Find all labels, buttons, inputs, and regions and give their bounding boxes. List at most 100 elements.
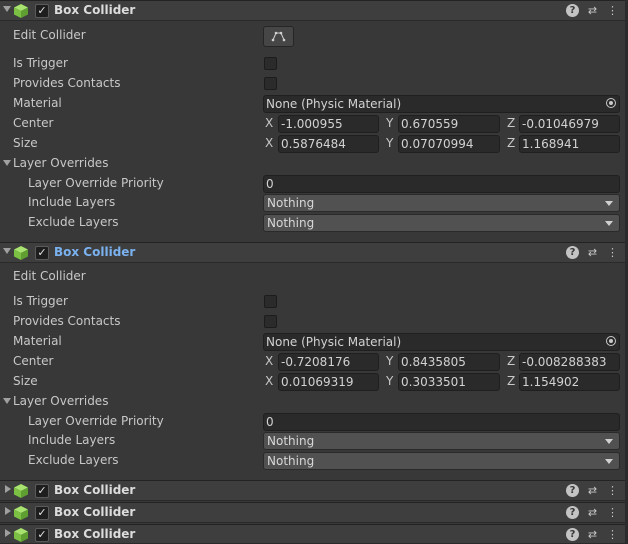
layer-overrides-row[interactable]: Layer Overrides	[0, 392, 628, 412]
dropdown-caret-icon	[605, 459, 613, 464]
presets-icon[interactable]: ⇄	[586, 506, 599, 519]
axis-x-label[interactable]: X	[265, 374, 273, 388]
center-z-field[interactable]: -0.01046979	[519, 115, 620, 133]
center-z-field[interactable]: -0.008288383	[519, 353, 620, 371]
help-icon[interactable]: ?	[566, 246, 579, 259]
center-x-field[interactable]: -0.7208176	[278, 353, 379, 371]
size-z-field[interactable]: 1.154902	[519, 373, 620, 391]
dropdown-caret-icon	[605, 221, 613, 226]
object-picker-icon[interactable]	[606, 98, 616, 108]
size-z-field[interactable]: 1.168941	[519, 135, 620, 153]
include-layers-value: Nothing	[267, 434, 315, 448]
center-y-field[interactable]: 0.670559	[398, 115, 500, 133]
help-icon[interactable]: ?	[566, 484, 579, 497]
exclude-layers-dropdown[interactable]: Nothing	[263, 214, 620, 232]
enabled-checkbox[interactable]: ✓	[35, 528, 49, 542]
exclude-layers-label: Exclude Layers	[28, 453, 119, 467]
enabled-checkbox[interactable]: ✓	[35, 506, 49, 520]
box-collider-cube-icon	[14, 528, 28, 542]
material-value: None (Physic Material)	[266, 335, 402, 349]
presets-icon[interactable]: ⇄	[586, 484, 599, 497]
is-trigger-row: Is Trigger	[0, 54, 628, 74]
axis-z-label[interactable]: Z	[507, 374, 515, 388]
object-picker-icon[interactable]	[606, 336, 616, 346]
include-layers-label: Include Layers	[28, 195, 116, 209]
box-collider-cube-icon	[14, 4, 28, 18]
layer-override-priority-label: Layer Override Priority	[28, 414, 164, 428]
material-field[interactable]: None (Physic Material)	[263, 333, 620, 351]
axis-z-label[interactable]: Z	[507, 136, 515, 150]
is-trigger-checkbox[interactable]	[264, 295, 277, 308]
is-trigger-checkbox[interactable]	[264, 57, 277, 70]
center-label: Center	[13, 116, 54, 130]
enabled-checkbox[interactable]: ✓	[35, 4, 49, 18]
exclude-layers-row: Exclude Layers Nothing	[0, 451, 628, 471]
axis-y-label[interactable]: Y	[386, 116, 393, 130]
material-value: None (Physic Material)	[266, 97, 402, 111]
axis-x-label[interactable]: X	[265, 116, 273, 130]
axis-y-label[interactable]: Y	[386, 374, 393, 388]
help-icon[interactable]: ?	[566, 506, 579, 519]
size-y-field[interactable]: 0.3033501	[398, 373, 500, 391]
enabled-checkbox[interactable]: ✓	[35, 484, 49, 498]
axis-z-label[interactable]: Z	[507, 354, 515, 368]
component-header[interactable]: ✓ Box Collider ? ⇄ ⋮	[0, 0, 628, 21]
fold-triangle-icon[interactable]	[5, 485, 11, 493]
context-menu-icon[interactable]: ⋮	[606, 506, 619, 519]
size-x-field[interactable]: 0.5876484	[278, 135, 379, 153]
presets-icon[interactable]: ⇄	[586, 528, 599, 541]
axis-x-label[interactable]: X	[265, 354, 273, 368]
presets-icon[interactable]: ⇄	[586, 4, 599, 17]
component-header[interactable]: ✓ Box Collider ? ⇄ ⋮	[0, 480, 628, 501]
fold-triangle-icon[interactable]	[3, 398, 11, 404]
component-header[interactable]: ✓ Box Collider ? ⇄ ⋮	[0, 502, 628, 523]
fold-triangle-icon[interactable]	[3, 160, 11, 166]
size-x-field[interactable]: 0.01069319	[278, 373, 379, 391]
center-row: Center X -1.000955 Y 0.670559 Z -0.01046…	[0, 114, 628, 134]
box-collider-cube-icon	[14, 484, 28, 498]
edit-collider-button[interactable]	[263, 26, 294, 47]
layer-overrides-row[interactable]: Layer Overrides	[0, 154, 628, 174]
material-label: Material	[13, 334, 62, 348]
layer-overrides-label[interactable]: Layer Overrides	[13, 156, 108, 170]
axis-x-label[interactable]: X	[265, 136, 273, 150]
context-menu-icon[interactable]: ⋮	[606, 4, 619, 17]
size-y-field[interactable]: 0.07070994	[398, 135, 500, 153]
component-header[interactable]: ✓ Box Collider ? ⇄ ⋮	[0, 524, 628, 544]
presets-icon[interactable]: ⇄	[586, 246, 599, 259]
enabled-checkbox[interactable]: ✓	[35, 246, 49, 260]
context-menu-icon[interactable]: ⋮	[606, 528, 619, 541]
material-field[interactable]: None (Physic Material)	[263, 95, 620, 113]
layer-override-priority-field[interactable]: 0	[263, 175, 620, 193]
exclude-layers-row: Exclude Layers Nothing	[0, 213, 628, 233]
layer-override-priority-field[interactable]: 0	[263, 413, 620, 431]
exclude-layers-dropdown[interactable]: Nothing	[263, 452, 620, 470]
include-layers-dropdown[interactable]: Nothing	[263, 432, 620, 450]
fold-triangle-icon[interactable]	[3, 6, 11, 12]
help-icon[interactable]: ?	[566, 4, 579, 17]
layer-override-priority-row: Layer Override Priority 0	[0, 174, 628, 194]
layer-overrides-label[interactable]: Layer Overrides	[13, 394, 108, 408]
context-menu-icon[interactable]: ⋮	[606, 246, 619, 259]
center-y-field[interactable]: 0.8435805	[398, 353, 500, 371]
fold-triangle-icon[interactable]	[3, 248, 11, 254]
component-header[interactable]: ✓ Box Collider ? ⇄ ⋮	[0, 242, 628, 263]
provides-contacts-checkbox[interactable]	[264, 315, 277, 328]
fold-triangle-icon[interactable]	[5, 507, 11, 515]
context-menu-icon[interactable]: ⋮	[606, 484, 619, 497]
component-title: Box Collider	[54, 3, 136, 17]
center-x-field[interactable]: -1.000955	[278, 115, 379, 133]
component-title: Box Collider	[54, 505, 136, 519]
help-icon[interactable]: ?	[566, 528, 579, 541]
center-row: Center X -0.7208176 Y 0.8435805 Z -0.008…	[0, 352, 628, 372]
include-layers-dropdown[interactable]: Nothing	[263, 194, 620, 212]
edit-collider-row: Edit Collider	[0, 26, 628, 47]
fold-triangle-icon[interactable]	[5, 529, 11, 537]
edit-collider-label[interactable]: Edit Collider	[13, 269, 86, 283]
size-label: Size	[13, 374, 38, 388]
exclude-layers-value: Nothing	[267, 454, 315, 468]
provides-contacts-checkbox[interactable]	[264, 77, 277, 90]
axis-y-label[interactable]: Y	[386, 136, 393, 150]
axis-y-label[interactable]: Y	[386, 354, 393, 368]
axis-z-label[interactable]: Z	[507, 116, 515, 130]
